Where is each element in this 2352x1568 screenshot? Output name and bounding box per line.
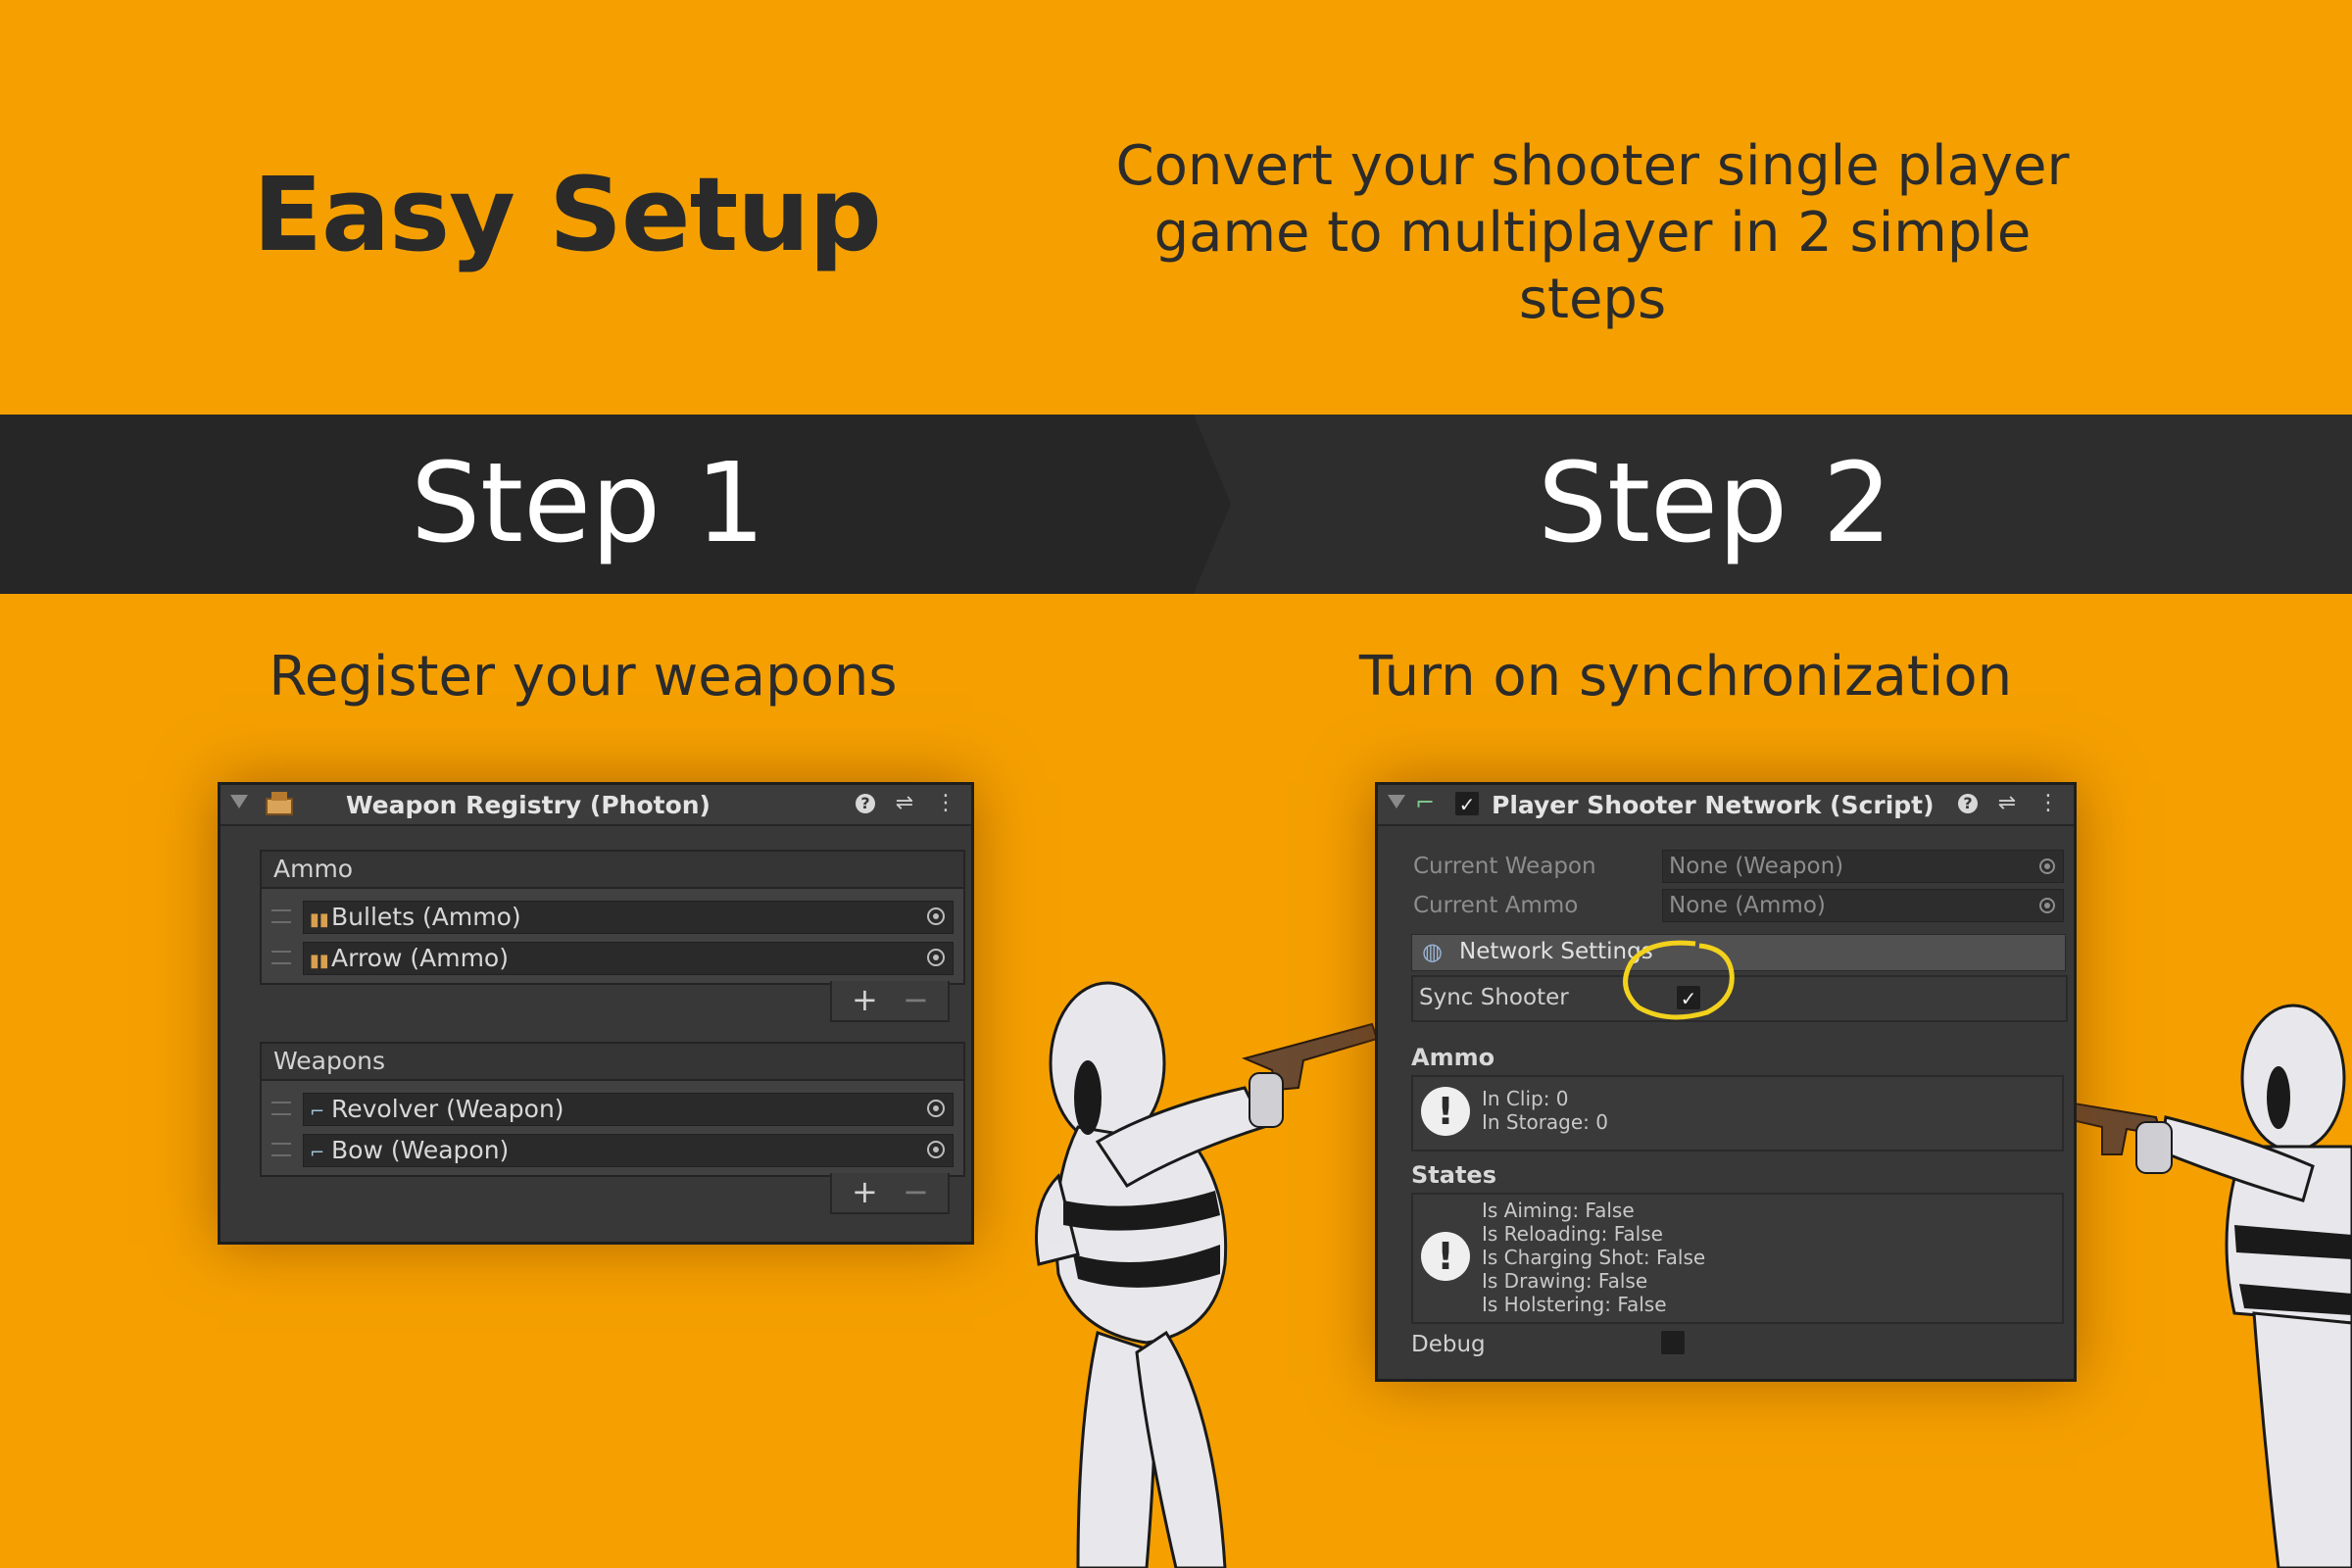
component-enabled-checkbox[interactable]: ✓ <box>1454 791 1480 816</box>
debug-label: Debug <box>1411 1332 1486 1357</box>
ammo-list-header[interactable]: Ammo <box>260 850 965 889</box>
state-is-reloading: Is Reloading: False <box>1482 1222 1663 1246</box>
player-shooter-network-panel: ⌐ ✓ Player Shooter Network (Script) ? ⇌ … <box>1375 782 2077 1382</box>
weapons-list-header[interactable]: Weapons <box>260 1042 965 1081</box>
drag-handle-icon[interactable] <box>271 1143 291 1156</box>
states-info-box: ! Is Aiming: False Is Reloading: False I… <box>1411 1193 2064 1324</box>
preset-icon[interactable]: ⇌ <box>1995 791 2019 816</box>
script-icon: ⌐ <box>1415 789 1436 816</box>
subtitle-line-1: Convert your shooter single player <box>1115 134 2070 198</box>
info-icon: ! <box>1421 1087 1470 1136</box>
weapon-item-bow[interactable]: ⌐ Bow (Weapon) <box>303 1134 954 1167</box>
drag-handle-icon[interactable] <box>271 1102 291 1115</box>
drag-handle-icon[interactable] <box>271 909 291 923</box>
component-title: Weapon Registry (Photon) <box>346 791 710 819</box>
kebab-menu-icon[interactable]: ⋮ <box>2036 791 2060 816</box>
page-subtitle: Convert your shooter single player game … <box>1078 133 2107 333</box>
object-picker-icon[interactable] <box>927 949 945 966</box>
add-weapon-button[interactable]: + <box>852 1173 878 1210</box>
page-title: Easy Setup <box>253 155 882 274</box>
object-picker-icon[interactable] <box>2039 898 2055 913</box>
ammo-item-arrow[interactable]: ▮▮Arrow (Ammo) <box>303 942 954 975</box>
weapon-icon: ⌐ <box>310 1102 325 1122</box>
add-ammo-button[interactable]: + <box>852 981 878 1018</box>
ammo-section-title: Ammo <box>1411 1044 1495 1071</box>
component-header: Weapon Registry (Photon) ? ⇌ ⋮ <box>220 785 971 826</box>
ammo-in-storage: In Storage: 0 <box>1482 1110 1609 1134</box>
object-picker-icon[interactable] <box>927 1100 945 1117</box>
drag-handle-icon[interactable] <box>271 951 291 964</box>
current-ammo-label: Current Ammo <box>1413 893 1579 918</box>
network-settings-icon: ◍ <box>1422 938 1443 965</box>
object-picker-icon[interactable] <box>2039 858 2055 874</box>
current-weapon-label: Current Weapon <box>1413 854 1596 879</box>
step-1-label: Step 1 <box>411 440 765 567</box>
weapons-list-footer: + − <box>830 1173 950 1214</box>
ammo-icon: ▮▮ <box>310 951 329 971</box>
component-title: Player Shooter Network (Script) <box>1492 791 1935 819</box>
robot-character-illustration-partial <box>2068 1004 2352 1568</box>
component-header: ⌐ ✓ Player Shooter Network (Script) ? ⇌ … <box>1378 785 2074 826</box>
help-icon[interactable]: ? <box>1958 794 1978 813</box>
ammo-icon: ▮▮ <box>310 909 329 930</box>
ammo-item-bullets[interactable]: ▮▮Bullets (Ammo) <box>303 901 954 934</box>
kebab-menu-icon[interactable]: ⋮ <box>934 791 957 816</box>
foldout-arrow-icon[interactable] <box>1388 795 1405 808</box>
step-1-caption: Register your weapons <box>269 645 898 709</box>
ammo-in-clip: In Clip: 0 <box>1482 1087 1569 1110</box>
state-is-aiming: Is Aiming: False <box>1482 1199 1635 1222</box>
subtitle-line-2: game to multiplayer in 2 simple steps <box>1153 201 2032 331</box>
foldout-arrow-icon[interactable] <box>230 795 248 808</box>
state-is-holstering: Is Holstering: False <box>1482 1293 1667 1316</box>
ammo-list-footer: + − <box>830 981 950 1022</box>
ammo-info-box: ! In Clip: 0 In Storage: 0 <box>1411 1075 2064 1152</box>
weapon-registry-icon <box>266 792 293 815</box>
current-weapon-field[interactable]: None (Weapon) <box>1662 850 2064 883</box>
object-picker-icon[interactable] <box>927 1141 945 1158</box>
info-icon: ! <box>1421 1232 1470 1281</box>
weapon-item-revolver[interactable]: ⌐ Revolver (Weapon) <box>303 1093 954 1126</box>
weapon-icon: ⌐ <box>310 1143 325 1163</box>
state-is-charging-shot: Is Charging Shot: False <box>1482 1246 1706 1269</box>
object-picker-icon[interactable] <box>927 907 945 925</box>
states-section-title: States <box>1411 1161 1496 1189</box>
help-icon[interactable]: ? <box>856 794 875 813</box>
weapon-registry-panel: Weapon Registry (Photon) ? ⇌ ⋮ Ammo ▮▮Bu… <box>218 782 974 1245</box>
debug-checkbox[interactable] <box>1660 1330 1686 1355</box>
preset-icon[interactable]: ⇌ <box>893 791 916 816</box>
step-2-caption: Turn on synchronization <box>1358 645 2013 709</box>
step-2-label: Step 2 <box>1538 440 1892 567</box>
ammo-list-title: Ammo <box>273 855 354 883</box>
remove-weapon-button[interactable]: − <box>903 1173 929 1210</box>
remove-ammo-button[interactable]: − <box>903 981 929 1018</box>
sync-shooter-label: Sync Shooter <box>1419 985 1569 1010</box>
robot-character-illustration <box>1035 981 1379 1568</box>
weapons-list-title: Weapons <box>273 1047 385 1075</box>
highlight-circle <box>1623 940 1735 1020</box>
state-is-drawing: Is Drawing: False <box>1482 1269 1648 1293</box>
current-ammo-field[interactable]: None (Ammo) <box>1662 889 2064 922</box>
